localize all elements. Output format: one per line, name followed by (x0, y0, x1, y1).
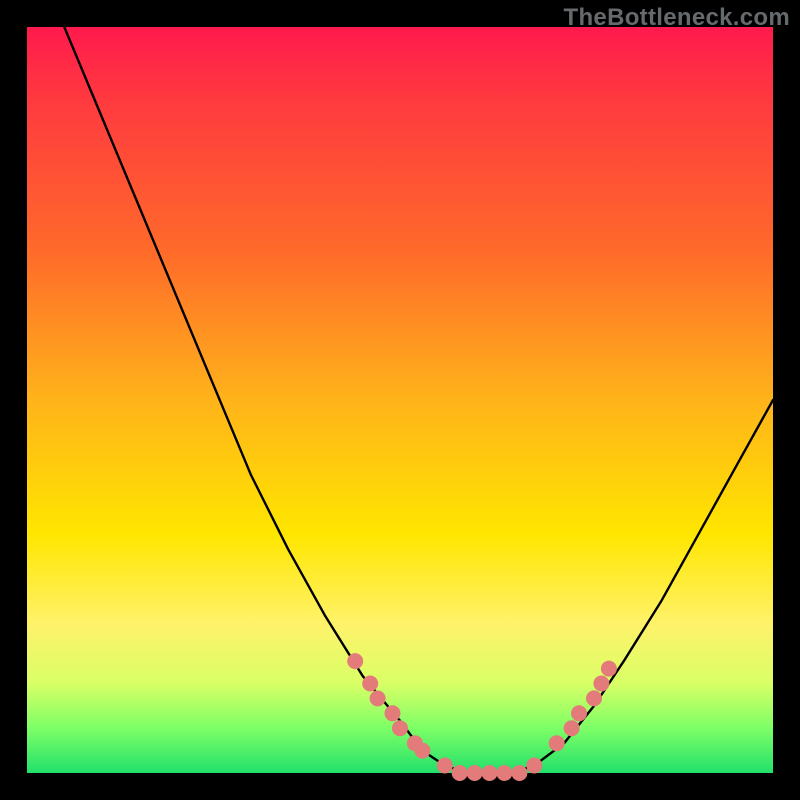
plot-area (27, 27, 773, 773)
highlight-points (347, 653, 617, 781)
bottleneck-curve-svg (27, 27, 773, 773)
chart-frame: TheBottleneck.com (0, 0, 800, 800)
curve-line (64, 27, 773, 773)
